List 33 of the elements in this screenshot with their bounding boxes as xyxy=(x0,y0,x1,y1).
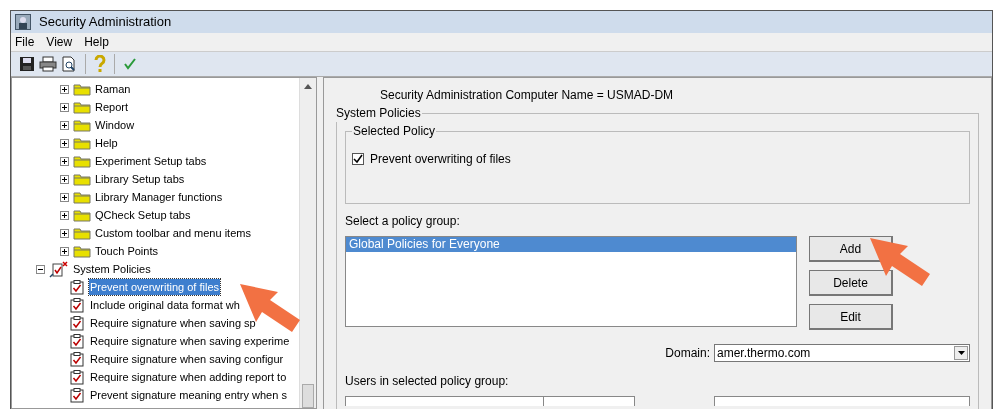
window-title: Security Administration xyxy=(39,13,172,32)
tree-item[interactable]: Help xyxy=(95,134,118,152)
list-item[interactable]: Global Policies for Everyone xyxy=(346,237,796,252)
tree-item[interactable]: Window xyxy=(95,116,135,134)
tree-item[interactable]: Prevent overwriting of files xyxy=(89,278,220,296)
group-title: Selected Policy xyxy=(352,123,437,140)
action-button[interactable]: Delete xyxy=(809,270,893,296)
field-label: Select a policy group: xyxy=(345,213,461,230)
field-label: Domain: xyxy=(665,345,710,362)
tree-item[interactable]: Require signature when saving configur xyxy=(89,350,285,368)
tree-item[interactable]: Experiment Setup tabs xyxy=(95,152,207,170)
field-label: Users in selected policy group: xyxy=(345,373,510,390)
action-button[interactable]: Edit xyxy=(809,304,893,330)
tree-item[interactable]: Custom toolbar and menu items xyxy=(95,224,251,242)
menu-item[interactable]: File xyxy=(15,33,35,51)
checkbox-label: Prevent overwriting of files xyxy=(370,151,511,168)
tree-item[interactable]: System Policies xyxy=(73,260,151,278)
group-title: System Policies xyxy=(335,105,422,122)
menu-item[interactable]: Help xyxy=(84,33,109,51)
tree-item[interactable]: Prevent signature meaning entry when s xyxy=(89,386,288,404)
tree-item[interactable]: Library Manager functions xyxy=(95,188,223,206)
tree-item[interactable]: Require signature when saving sp xyxy=(89,314,257,332)
tree-item[interactable]: Include original data format wh xyxy=(89,296,241,314)
tree-item[interactable]: Raman xyxy=(95,80,131,98)
tree-item[interactable]: Report xyxy=(95,98,129,116)
tree-item[interactable]: Require signature when adding report to xyxy=(89,368,288,386)
domain-dropdown[interactable]: amer.thermo.com xyxy=(714,344,970,362)
tree-item[interactable]: Touch Points xyxy=(95,242,158,260)
computer-name: Security Administration Computer Name = USMAD-DM xyxy=(379,87,675,102)
tree-item[interactable]: Library Setup tabs xyxy=(95,170,185,188)
tree-item[interactable]: Require signature when saving experime xyxy=(89,332,291,350)
tree-item[interactable]: QCheck Setup tabs xyxy=(95,206,191,224)
menu-item[interactable]: View xyxy=(46,33,73,51)
